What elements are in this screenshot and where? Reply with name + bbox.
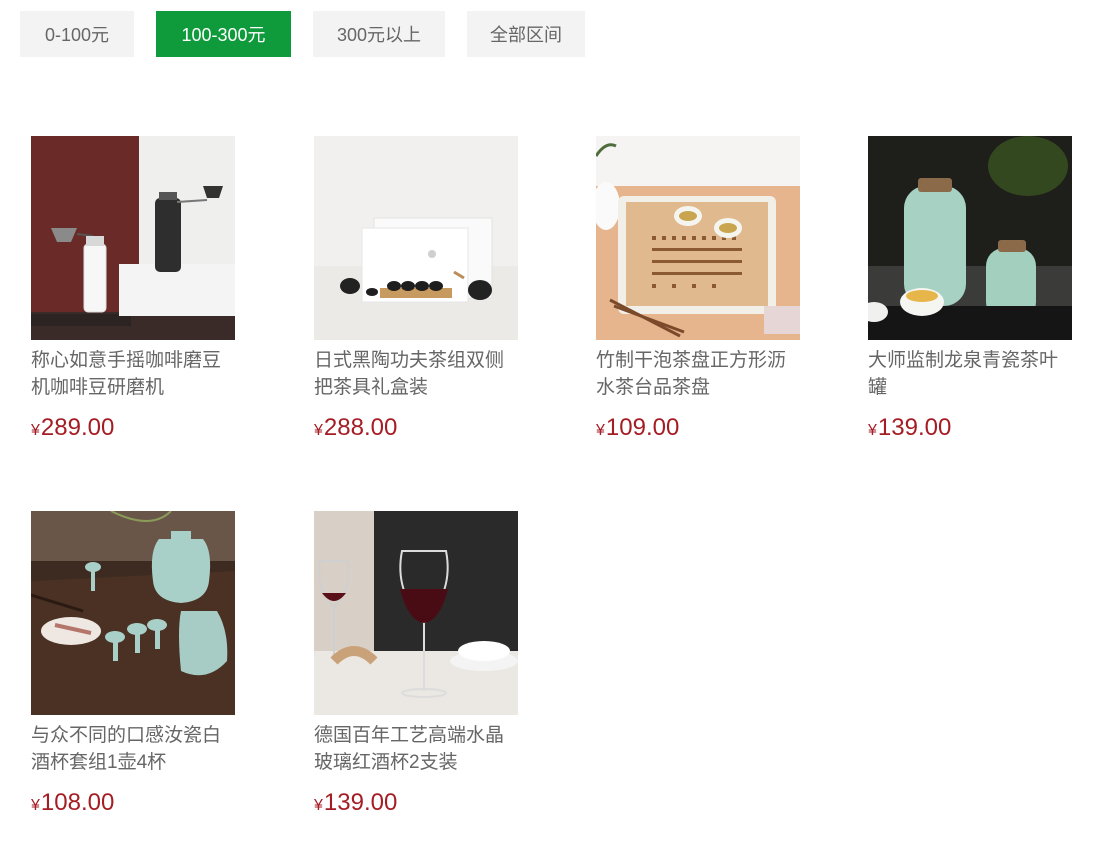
- product-price: ¥289.00: [31, 413, 235, 446]
- product-card[interactable]: 德国百年工艺高端水晶玻璃红酒杯2支装 ¥139.00: [314, 511, 518, 821]
- product-title[interactable]: 德国百年工艺高端水晶玻璃红酒杯2支装: [314, 722, 520, 776]
- price-value: 288.00: [323, 414, 398, 441]
- product-title[interactable]: 称心如意手摇咖啡磨豆机咖啡豆研磨机: [31, 347, 237, 401]
- ru-porcelain-wine-set-image[interactable]: [31, 511, 235, 715]
- currency-symbol: ¥: [868, 422, 877, 439]
- product-card[interactable]: 日式黑陶功夫茶组双侧把茶具礼盒装 ¥288.00: [314, 136, 518, 446]
- filter-0-100[interactable]: 0-100元: [20, 11, 134, 57]
- black-tea-set-image[interactable]: [314, 136, 518, 340]
- product-title[interactable]: 大师监制龙泉青瓷茶叶罐: [868, 347, 1074, 401]
- currency-symbol: ¥: [31, 422, 40, 439]
- price-value: 139.00: [877, 414, 952, 441]
- celadon-tea-jar-image[interactable]: [868, 136, 1072, 340]
- coffee-grinder-image[interactable]: [31, 136, 235, 340]
- product-card[interactable]: 称心如意手摇咖啡磨豆机咖啡豆研磨机 ¥289.00: [31, 136, 235, 446]
- product-title[interactable]: 竹制干泡茶盘正方形沥水茶台品茶盘: [596, 347, 802, 401]
- product-card[interactable]: 大师监制龙泉青瓷茶叶罐 ¥139.00: [868, 136, 1072, 446]
- currency-symbol: ¥: [31, 797, 40, 814]
- price-value: 139.00: [323, 789, 398, 816]
- currency-symbol: ¥: [314, 797, 323, 814]
- filter-all-ranges[interactable]: 全部区间: [467, 11, 585, 57]
- product-price: ¥108.00: [31, 788, 235, 821]
- product-price: ¥139.00: [314, 788, 518, 821]
- product-title[interactable]: 与众不同的口感汝瓷白酒杯套组1壶4杯: [31, 722, 237, 776]
- product-title[interactable]: 日式黑陶功夫茶组双侧把茶具礼盒装: [314, 347, 520, 401]
- price-value: 109.00: [605, 414, 680, 441]
- filter-300-plus[interactable]: 300元以上: [313, 11, 445, 57]
- product-card[interactable]: 与众不同的口感汝瓷白酒杯套组1壶4杯 ¥108.00: [31, 511, 235, 821]
- bamboo-tea-tray-image[interactable]: [596, 136, 800, 340]
- price-value: 108.00: [40, 789, 115, 816]
- product-price: ¥288.00: [314, 413, 518, 446]
- crystal-wine-glass-image[interactable]: [314, 511, 518, 715]
- currency-symbol: ¥: [596, 422, 605, 439]
- product-card[interactable]: 竹制干泡茶盘正方形沥水茶台品茶盘 ¥109.00: [596, 136, 800, 446]
- product-price: ¥139.00: [868, 413, 1072, 446]
- currency-symbol: ¥: [314, 422, 323, 439]
- filter-100-300[interactable]: 100-300元: [156, 11, 291, 57]
- product-price: ¥109.00: [596, 413, 800, 446]
- price-value: 289.00: [40, 414, 115, 441]
